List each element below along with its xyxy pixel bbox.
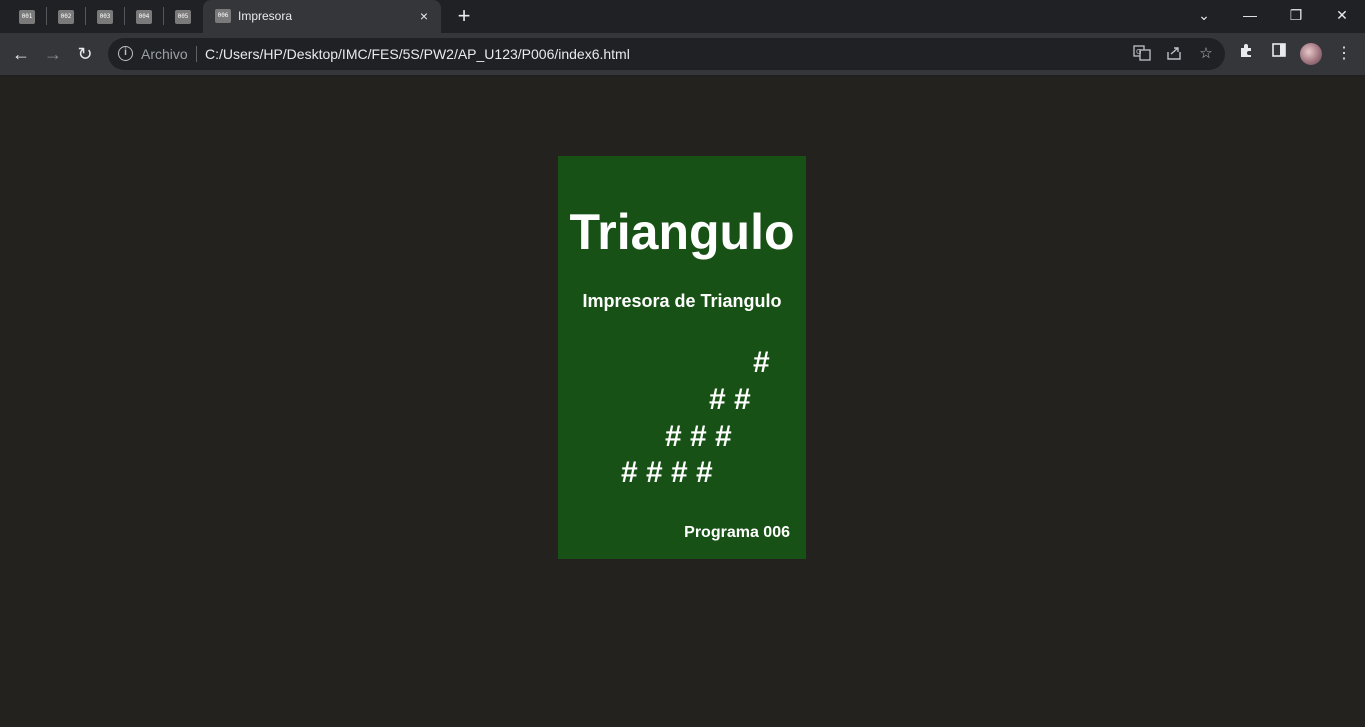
triangle-row-2: # # <box>709 383 751 416</box>
tab-003[interactable]: 003 <box>86 0 124 33</box>
program-footer: Programa 006 <box>684 524 790 541</box>
origin-label: Archivo <box>141 46 188 62</box>
page-title: Triangulo <box>569 204 795 260</box>
address-bar[interactable]: i Archivo C:/Users/HP/Desktop/IMC/FES/5S… <box>108 38 1225 70</box>
tab-004[interactable]: 004 <box>125 0 163 33</box>
info-icon[interactable]: i <box>118 46 133 61</box>
triangle-row-4: # # # # <box>621 456 713 489</box>
triangle-card: Triangulo Impresora de Triangulo # # # #… <box>558 156 806 559</box>
bookmark-star-icon[interactable]: ☆ <box>1196 44 1216 64</box>
tab-001[interactable]: 001 <box>8 0 46 33</box>
share-icon[interactable] <box>1164 44 1184 64</box>
back-button[interactable]: ← <box>7 40 35 68</box>
close-tab-icon[interactable]: × <box>415 7 433 25</box>
url-separator <box>196 46 197 62</box>
minimize-button[interactable]: — <box>1227 0 1273 33</box>
tab-search-icon[interactable]: ⌄ <box>1181 0 1227 33</box>
page-subtitle: Impresora de Triangulo <box>582 291 782 311</box>
close-window-button[interactable]: ✕ <box>1319 0 1365 33</box>
tab-favicon: 006 <box>215 9 231 23</box>
new-tab-button[interactable]: + <box>452 4 476 28</box>
active-tab-title: Impresora <box>238 9 293 23</box>
browser-toolbar: ← → ↻ i Archivo C:/Users/HP/Desktop/IMC/… <box>0 33 1365 76</box>
tab-strip: 001 002 003 004 005 006 Impresora × + ⌄ … <box>0 0 1365 33</box>
menu-kebab-icon[interactable]: ⋮ <box>1331 41 1357 67</box>
tab-favicon: 003 <box>97 9 113 24</box>
extensions-icon[interactable] <box>1234 41 1260 67</box>
tab-favicon: 005 <box>175 9 191 24</box>
forward-button[interactable]: → <box>39 40 67 68</box>
tab-favicon: 004 <box>136 9 152 24</box>
svg-text:G: G <box>1136 48 1141 56</box>
tab-favicon: 002 <box>58 9 74 24</box>
restore-button[interactable]: ❐ <box>1273 0 1319 33</box>
tab-002[interactable]: 002 <box>47 0 85 33</box>
side-panel-icon[interactable] <box>1266 41 1292 67</box>
reload-button[interactable]: ↻ <box>71 40 99 68</box>
url-text[interactable]: C:/Users/HP/Desktop/IMC/FES/5S/PW2/AP_U1… <box>205 46 630 62</box>
tab-005[interactable]: 005 <box>164 0 202 33</box>
triangle-row-1: # <box>753 346 770 379</box>
tab-favicon: 001 <box>19 9 35 24</box>
triangle-row-3: # # # <box>665 420 732 453</box>
profile-avatar[interactable] <box>1300 43 1322 65</box>
active-tab[interactable]: 006 Impresora × <box>203 0 441 33</box>
translate-icon[interactable]: G <box>1132 44 1152 64</box>
